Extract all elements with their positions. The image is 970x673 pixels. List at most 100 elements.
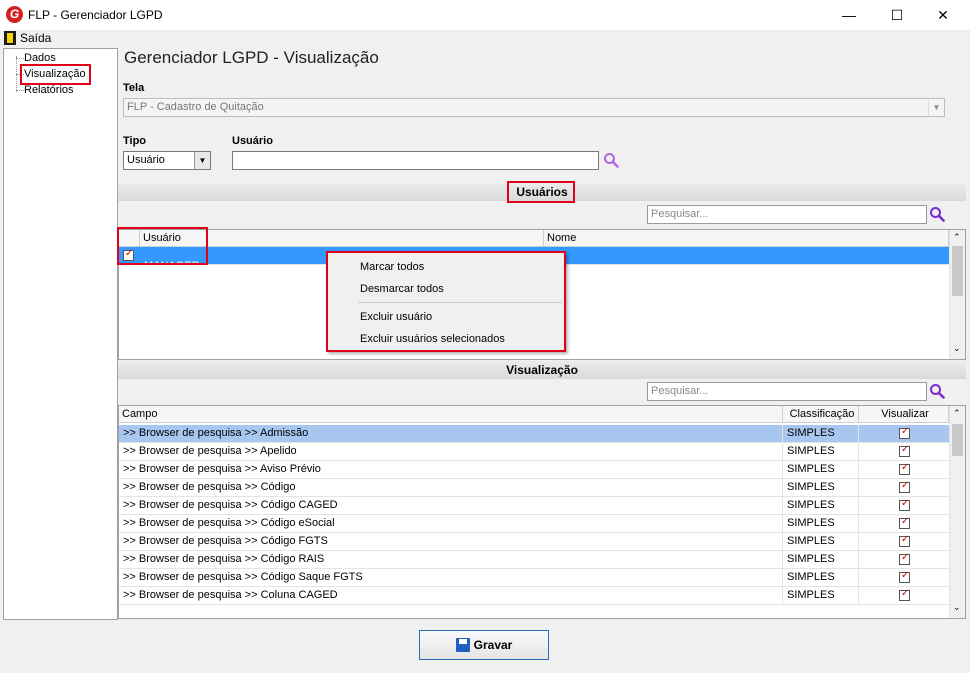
menu-item-marcar-todos[interactable]: Marcar todos [360,261,424,273]
tree-connector [16,58,24,59]
visualizar-checkbox[interactable] [899,516,910,529]
menu-exit[interactable]: Saída [20,31,51,45]
visualizar-checkbox[interactable] [899,498,910,511]
table-row[interactable]: >> Browser de pesquisa >> Aviso Prévio SI… [119,461,949,479]
visualizar-checkbox[interactable] [899,462,910,475]
visualizar-cell [859,587,949,605]
campo-cell: >> Browser de pesquisa >> Admissão [119,425,783,443]
visualizar-cell [859,533,949,551]
visualizacao-section-title: Visualização [506,363,578,377]
menu-item-excluir-usuario[interactable]: Excluir usuário [360,311,432,323]
app-logo-icon: G [6,6,23,23]
save-button[interactable]: Gravar [419,630,549,660]
chevron-up-icon[interactable]: ⌃ [953,408,961,419]
visualizacao-grid: Campo Classificação Visualizar >> Browse… [118,405,966,619]
column-header-visualizar[interactable]: Visualizar [859,406,949,423]
page-title: Gerenciador LGPD - Visualização [124,48,379,67]
menu-divider [358,302,562,303]
classificacao-cell: SIMPLES [783,533,859,551]
campo-cell: >> Browser de pesquisa >> Código Saque F… [119,569,783,587]
maximize-button[interactable]: ☐ [874,0,920,30]
visualizar-checkbox[interactable] [899,588,910,601]
search-icon[interactable] [603,152,619,168]
tree-item-relatorios[interactable]: Relatórios [24,84,74,96]
campo-cell: >> Browser de pesquisa >> Código FGTS [119,533,783,551]
visualizar-checkbox[interactable] [899,552,910,565]
exit-door-icon [4,31,16,45]
minimize-button[interactable]: — [826,0,872,30]
usuarios-grid-header: Usuário Nome [119,230,949,247]
close-button[interactable]: ✕ [920,0,966,30]
visualizar-cell [859,461,949,479]
visualizacao-scrollbar[interactable]: ⌃ ⌄ [949,406,965,618]
chevron-down-icon[interactable]: ⌄ [953,343,961,354]
classificacao-cell: SIMPLES [783,479,859,497]
campo-cell: >> Browser de pesquisa >> Coluna CAGED [119,587,783,605]
visualizar-cell [859,479,949,497]
visualizar-checkbox[interactable] [899,426,910,439]
tree-connector [16,90,24,91]
visualizar-checkbox[interactable] [899,570,910,583]
table-row[interactable]: >> Browser de pesquisa >> Código CAGED SI… [119,497,949,515]
campo-cell: >> Browser de pesquisa >> Código RAIS [119,551,783,569]
chevron-down-icon[interactable]: ▼ [928,99,944,116]
table-row[interactable]: >> Browser de pesquisa >> Coluna CAGED SI… [119,587,949,605]
usuario-label: Usuário [232,135,273,147]
table-row[interactable]: >> Browser de pesquisa >> Código RAIS SIM… [119,551,949,569]
tela-select[interactable]: FLP - Cadastro de Quitação ▼ [123,98,945,117]
campo-cell: >> Browser de pesquisa >> Apelido [119,443,783,461]
menu-bar: Saída [0,30,970,46]
context-menu: Marcar todos Desmarcar todos Excluir usu… [326,251,566,352]
tipo-select[interactable]: Usuário ▼ [123,151,211,170]
visualizar-checkbox[interactable] [899,534,910,547]
highlight-box [117,227,208,265]
table-row[interactable]: >> Browser de pesquisa >> Código eSocial… [119,515,949,533]
column-header-campo[interactable]: Campo [119,406,783,423]
visualizacao-search-input[interactable]: Pesquisar... [647,382,927,401]
classificacao-cell: SIMPLES [783,497,859,515]
column-header-nome[interactable]: Nome [544,230,949,247]
chevron-up-icon[interactable]: ⌃ [953,232,961,243]
usuarios-search-input[interactable]: Pesquisar... [647,205,927,224]
chevron-down-icon[interactable]: ⌄ [953,602,961,613]
visualizar-cell [859,551,949,569]
usuario-input[interactable] [232,151,599,170]
menu-item-excluir-selecionados[interactable]: Excluir usuários selecionados [360,333,505,345]
tipo-value: Usuário [127,154,165,166]
visualizar-cell [859,425,949,443]
tree-item-dados[interactable]: Dados [24,52,56,64]
campo-cell: >> Browser de pesquisa >> Código eSocial [119,515,783,533]
classificacao-cell: SIMPLES [783,443,859,461]
title-bar: G FLP - Gerenciador LGPD — ☐ ✕ [0,0,970,30]
tela-label: Tela [123,82,145,94]
save-button-label: Gravar [473,638,513,652]
menu-item-desmarcar-todos[interactable]: Desmarcar todos [360,283,444,295]
table-row[interactable]: >> Browser de pesquisa >> Código Saque F… [119,569,949,587]
table-row[interactable]: >> Browser de pesquisa >> Admissão SIMPLE… [119,425,949,443]
highlight-box [507,181,575,203]
visualizacao-section-header: Visualização [118,361,966,379]
campo-cell: >> Browser de pesquisa >> Aviso Prévio [119,461,783,479]
scroll-thumb[interactable] [952,246,963,296]
tipo-label: Tipo [123,135,147,147]
visualizar-checkbox[interactable] [899,480,910,493]
nome-cell [544,258,949,276]
highlight-box [20,64,91,85]
search-icon[interactable] [929,383,945,399]
classificacao-cell: SIMPLES [783,425,859,443]
table-row[interactable]: >> Browser de pesquisa >> Código SIMPLES [119,479,949,497]
scroll-thumb[interactable] [952,424,963,456]
classificacao-cell: SIMPLES [783,587,859,605]
table-row[interactable]: >> Browser de pesquisa >> Apelido SIMPLES [119,443,949,461]
classificacao-cell: SIMPLES [783,461,859,479]
search-icon[interactable] [929,206,945,222]
chevron-down-icon[interactable]: ▼ [194,152,210,169]
classificacao-cell: SIMPLES [783,551,859,569]
classificacao-cell: SIMPLES [783,515,859,533]
usuarios-scrollbar[interactable]: ⌃ ⌄ [949,230,965,359]
campo-cell: >> Browser de pesquisa >> Código CAGED [119,497,783,515]
table-row[interactable]: >> Browser de pesquisa >> Código FGTS SIM… [119,533,949,551]
navigation-tree: Dados Visualização Relatórios [3,48,118,620]
column-header-classificacao[interactable]: Classificação [783,406,859,423]
visualizar-checkbox[interactable] [899,444,910,457]
